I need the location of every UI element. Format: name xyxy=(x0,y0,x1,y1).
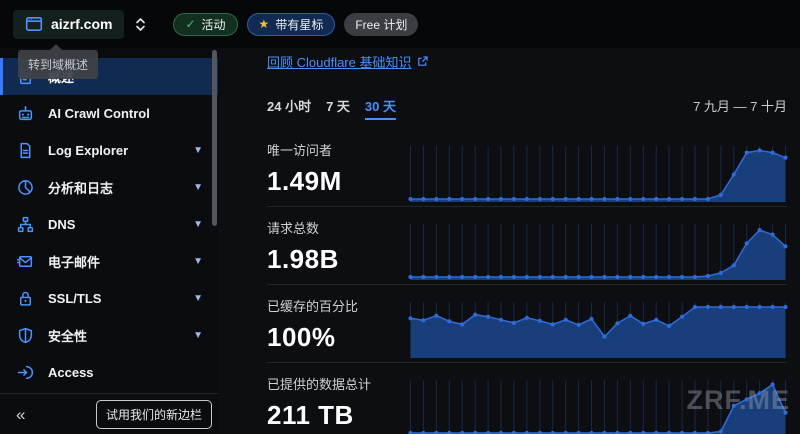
date-range-label: 7 九月 — 7 十月 xyxy=(693,96,787,115)
site-selector[interactable]: aizrf.com xyxy=(13,10,124,39)
chevron-down-icon[interactable]: ▼ xyxy=(193,256,203,267)
metric-area-chart[interactable] xyxy=(408,302,788,360)
badge-group: ✓ 活动 ★ 带有星标 Free 计划 xyxy=(173,13,418,36)
watermark: ZRF.ME xyxy=(687,385,791,416)
tab-7-天[interactable]: 7 天 xyxy=(326,96,350,118)
sidebar-item-label: 电子邮件 xyxy=(48,252,100,271)
site-switcher-chevrons-icon[interactable] xyxy=(134,16,147,33)
chevron-down-icon[interactable]: ▼ xyxy=(193,145,203,156)
sidebar-item-label: SSL/TLS xyxy=(48,291,101,306)
metric-value: 211 TB xyxy=(267,400,408,431)
sidebar-item-ai-crawl-control[interactable]: AI Crawl Control xyxy=(0,95,218,132)
log-icon xyxy=(17,142,34,159)
site-name: aizrf.com xyxy=(51,16,112,32)
sidebar-item-log-explorer[interactable]: Log Explorer ▼ xyxy=(0,132,218,169)
metric-row: 已缓存的百分比 100% xyxy=(267,284,787,362)
star-icon: ★ xyxy=(259,18,270,30)
analytics-icon xyxy=(17,179,34,196)
metric-area-chart[interactable] xyxy=(408,146,788,204)
sidebar-item-电子邮件[interactable]: 电子邮件 ▼ xyxy=(0,243,218,280)
sidebar-item-安全性[interactable]: 安全性 ▼ xyxy=(0,317,218,354)
badge-label: 带有星标 xyxy=(275,16,323,33)
review-fundamentals-link[interactable]: 回顾 Cloudflare 基础知识 xyxy=(267,52,411,71)
metric-label: 唯一访问者 xyxy=(267,140,408,159)
shield-icon xyxy=(17,327,34,344)
robot-icon xyxy=(17,105,34,122)
sidebar-item-label: Log Explorer xyxy=(48,143,128,158)
chevron-down-icon[interactable]: ▼ xyxy=(193,182,203,193)
metric-summary: 已缓存的百分比 100% xyxy=(267,296,408,362)
metric-value: 100% xyxy=(267,322,408,353)
sidebar-item-ssl-tls[interactable]: SSL/TLS ▼ xyxy=(0,280,218,317)
metric-row: 唯一访问者 1.49M xyxy=(267,129,787,206)
check-icon: ✓ xyxy=(185,18,195,30)
email-icon xyxy=(17,253,34,270)
sidebar-item-label: Access xyxy=(48,365,94,380)
plan-badge[interactable]: Free 计划 xyxy=(344,13,418,36)
sidebar-item-dns[interactable]: DNS ▼ xyxy=(0,206,218,243)
browser-window-icon xyxy=(25,15,43,33)
sidebar-item-label: 安全性 xyxy=(48,326,87,345)
external-link-icon xyxy=(417,56,428,67)
sidebar-item-label: DNS xyxy=(48,217,75,232)
chevron-down-icon[interactable]: ▼ xyxy=(193,330,203,341)
go-to-domain-overview-tooltip: 转到域概述 xyxy=(18,50,98,79)
tab-24-小时[interactable]: 24 小时 xyxy=(267,96,311,118)
sidebar-item-label: AI Crawl Control xyxy=(48,106,150,121)
metric-summary: 唯一访问者 1.49M xyxy=(267,140,408,206)
metric-value: 1.49M xyxy=(267,166,408,197)
active-badge: ✓ 活动 xyxy=(173,13,237,36)
access-icon xyxy=(17,364,34,381)
metric-label: 已缓存的百分比 xyxy=(267,296,408,315)
tab-30-天[interactable]: 30 天 xyxy=(365,96,396,120)
sidebar-item-label: 分析和日志 xyxy=(48,178,113,197)
metric-row: 请求总数 1.98B xyxy=(267,206,787,284)
metric-label: 请求总数 xyxy=(267,218,408,237)
starred-badge[interactable]: ★ 带有星标 xyxy=(247,13,336,36)
metric-summary: 请求总数 1.98B xyxy=(267,218,408,284)
main-content: 回顾 Cloudflare 基础知识 24 小时 7 天 30 天 7 九月 — 7… xyxy=(218,48,800,434)
badge-label: Free 计划 xyxy=(355,16,407,33)
collapse-sidebar-icon[interactable]: « xyxy=(16,406,25,423)
metric-label: 已提供的数据总计 xyxy=(267,374,408,393)
try-new-sidebar-button[interactable]: 试用我们的新边栏 xyxy=(96,400,212,429)
sidebar-item-access[interactable]: Access xyxy=(0,354,218,391)
sidebar-item-分析和日志[interactable]: 分析和日志 ▼ xyxy=(0,169,218,206)
chevron-down-icon[interactable]: ▼ xyxy=(193,219,203,230)
sidebar-scrollbar[interactable] xyxy=(212,50,217,226)
metric-value: 1.98B xyxy=(267,244,408,275)
sidebar-nav: 概述AI Crawl ControlLog Explorer▼分析和日志▼DNS… xyxy=(0,58,218,391)
badge-label: 活动 xyxy=(202,16,226,33)
chevron-down-icon[interactable]: ▼ xyxy=(193,293,203,304)
sidebar-footer: « 试用我们的新边栏 xyxy=(0,393,218,434)
lock-icon xyxy=(17,290,34,307)
sidebar: 概述AI Crawl ControlLog Explorer▼分析和日志▼DNS… xyxy=(0,48,218,434)
metric-area-chart[interactable] xyxy=(408,224,788,282)
metric-summary: 已提供的数据总计 211 TB xyxy=(267,374,408,434)
time-range-tabs: 24 小时 7 天 30 天 7 九月 — 7 十月 xyxy=(267,96,787,120)
dns-icon xyxy=(17,216,34,233)
topbar: aizrf.com ✓ 活动 ★ 带有星标 Free 计划 xyxy=(0,0,800,48)
